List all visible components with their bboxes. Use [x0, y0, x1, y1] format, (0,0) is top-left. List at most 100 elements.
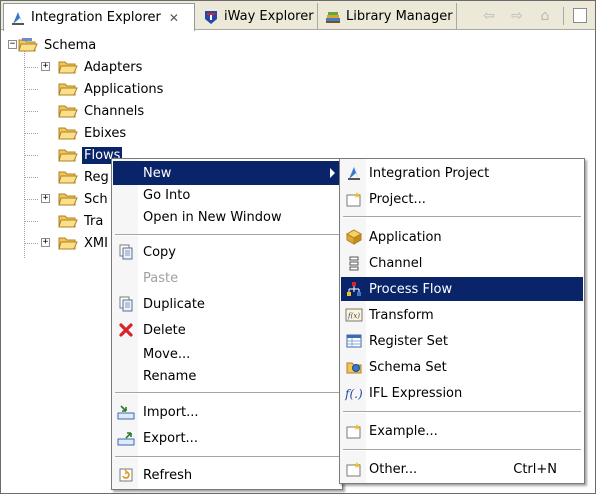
- view-tab-bar: Integration Explorer ✕ iWay Explorer Lib…: [1, 1, 595, 31]
- menu-item-label: Channel: [369, 255, 423, 271]
- menu-item-label: Delete: [143, 322, 186, 338]
- menu-item-copy[interactable]: Copy: [113, 240, 341, 264]
- tree-node-sch[interactable]: Sch: [58, 189, 110, 209]
- menu-item-accelerator: Ctrl+N: [513, 461, 557, 477]
- menu-item-new[interactable]: New: [113, 161, 341, 185]
- tree-node-ebixes[interactable]: Ebixes: [58, 123, 128, 143]
- menu-item-project[interactable]: Project...: [341, 187, 583, 211]
- context-menu: New Go Into Open in New Window Copy Past…: [111, 158, 343, 490]
- tree-node-tra[interactable]: Tra: [58, 211, 105, 231]
- menu-item-label: Import...: [143, 404, 199, 420]
- menu-item-label: Copy: [143, 244, 176, 260]
- menu-item-label: Move...: [143, 346, 191, 362]
- tree-node-adapters[interactable]: Adapters: [58, 57, 144, 77]
- menu-item-label: Application: [369, 229, 442, 245]
- menu-item-go-into[interactable]: Go Into: [113, 183, 341, 207]
- tab-label: Library Manager: [346, 9, 453, 24]
- svg-text:f(.): f(.): [345, 387, 363, 401]
- folder-icon: [58, 237, 78, 250]
- view-menu-icon[interactable]: [573, 8, 587, 23]
- menu-item-channel[interactable]: Channel: [341, 251, 583, 275]
- submenu-arrow-icon: [330, 168, 335, 178]
- tree-node-label: Ebixes: [84, 125, 127, 141]
- menu-item-duplicate[interactable]: Duplicate: [113, 292, 341, 316]
- menu-item-ifl-expression[interactable]: f(.) IFL Expression: [341, 381, 583, 405]
- tree-node-channels[interactable]: Channels: [58, 101, 146, 121]
- menu-item-example[interactable]: Example...: [341, 419, 583, 443]
- example-icon: [345, 422, 363, 440]
- forward-icon[interactable]: ⇨: [509, 8, 525, 24]
- tab-label: iWay Explorer: [224, 9, 314, 24]
- menu-item-application[interactable]: Application: [341, 225, 583, 249]
- application-icon: [345, 228, 363, 246]
- folder-icon: [58, 149, 78, 162]
- open-folder-icon: [18, 38, 38, 52]
- menu-item-label: Integration Project: [369, 165, 490, 181]
- tree-node-label: XMI: [84, 235, 108, 251]
- menu-item-label: Example...: [369, 423, 438, 439]
- integration-project-icon: [345, 164, 363, 182]
- collapse-toggle[interactable]: −: [8, 40, 17, 49]
- other-icon: [345, 460, 363, 478]
- menu-item-label: Process Flow: [369, 281, 453, 297]
- menu-item-delete[interactable]: Delete: [113, 318, 341, 342]
- integration-explorer-icon: [12, 11, 24, 25]
- menu-item-label: Export...: [143, 430, 198, 446]
- menu-item-register-set[interactable]: Register Set: [341, 329, 583, 353]
- menu-item-label: Schema Set: [369, 359, 447, 375]
- menu-item-refresh[interactable]: Refresh: [113, 463, 341, 487]
- folder-icon: [58, 215, 78, 228]
- menu-item-rename[interactable]: Rename: [113, 364, 341, 388]
- back-icon[interactable]: ⇦: [481, 8, 497, 24]
- menu-item-label: Transform: [369, 307, 434, 323]
- tree-guide-line: [24, 221, 38, 222]
- blank-icon: [117, 345, 135, 363]
- menu-item-schema-set[interactable]: Schema Set: [341, 355, 583, 379]
- home-icon[interactable]: ⌂: [537, 8, 553, 24]
- menu-item-open-in-new-window[interactable]: Open in New Window: [113, 205, 341, 229]
- tree-guide-line: [24, 67, 38, 68]
- tree-node-label: Channels: [84, 103, 145, 119]
- menu-separator: [343, 216, 581, 218]
- menu-item-label: Paste: [143, 270, 179, 286]
- tree-node-xmi[interactable]: XMI: [58, 233, 110, 253]
- tree-node-reg[interactable]: Reg: [58, 167, 111, 187]
- tree-node-label: Reg: [84, 169, 109, 185]
- tree-guide-line: [24, 199, 38, 200]
- tree-node-schema[interactable]: Schema: [18, 35, 98, 55]
- menu-item-move[interactable]: Move...: [113, 342, 341, 366]
- copy-icon: [117, 243, 135, 261]
- menu-separator: [115, 456, 339, 458]
- schema-set-icon: [345, 358, 363, 376]
- tree-guide-line: [24, 243, 38, 244]
- menu-item-paste[interactable]: Paste: [113, 266, 341, 290]
- close-icon[interactable]: ✕: [169, 11, 179, 25]
- expand-toggle[interactable]: +: [41, 194, 50, 203]
- register-set-icon: [345, 332, 363, 350]
- menu-item-label: Open in New Window: [143, 209, 282, 225]
- tree-node-label: Applications: [84, 81, 164, 97]
- tab-iway-explorer[interactable]: iWay Explorer: [197, 3, 318, 30]
- tree-guide-line: [24, 89, 38, 90]
- menu-separator: [115, 234, 339, 236]
- menu-item-label: Other...: [369, 461, 418, 477]
- menu-item-import[interactable]: Import...: [113, 400, 341, 424]
- folder-icon: [58, 83, 78, 96]
- menu-item-export[interactable]: Export...: [113, 426, 341, 450]
- project-icon: [345, 190, 363, 208]
- menu-item-label: Project...: [369, 191, 426, 207]
- tree-node-applications[interactable]: Applications: [58, 79, 165, 99]
- menu-item-integration-project[interactable]: Integration Project: [341, 161, 583, 185]
- menu-item-label: Rename: [143, 368, 197, 384]
- blank-icon: [117, 186, 135, 204]
- tab-library-manager[interactable]: Library Manager: [319, 3, 457, 30]
- menu-item-other[interactable]: Other... Ctrl+N: [341, 457, 583, 481]
- expand-toggle[interactable]: +: [41, 238, 50, 247]
- process-flow-icon: [345, 280, 363, 298]
- tree-guide-line: [24, 133, 38, 134]
- menu-item-transform[interactable]: f(x) Transform: [341, 303, 583, 327]
- expand-toggle[interactable]: +: [41, 62, 50, 71]
- tab-integration-explorer[interactable]: Integration Explorer ✕: [3, 3, 195, 31]
- menu-item-label: Register Set: [369, 333, 449, 349]
- menu-item-process-flow[interactable]: Process Flow: [341, 277, 583, 301]
